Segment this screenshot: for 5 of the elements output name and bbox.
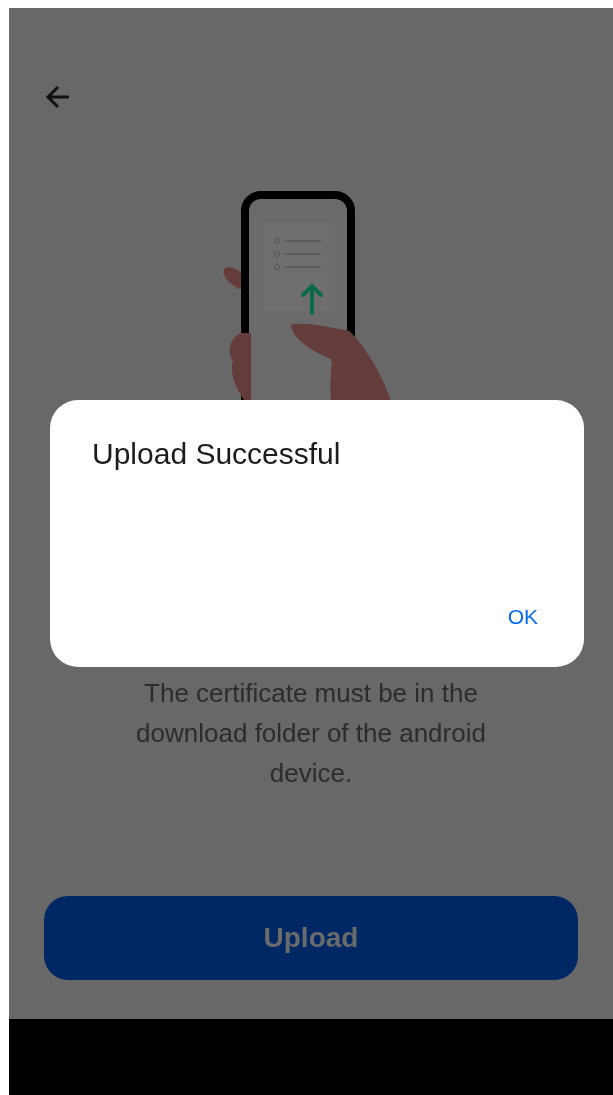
ok-button[interactable]: OK [491, 597, 554, 637]
instruction-text: The certificate must be in the download folder of the android device. [135, 677, 487, 790]
back-arrow-icon[interactable] [45, 85, 71, 109]
dialog-title: Upload Successful [92, 437, 341, 471]
upload-button[interactable]: Upload [44, 896, 578, 980]
